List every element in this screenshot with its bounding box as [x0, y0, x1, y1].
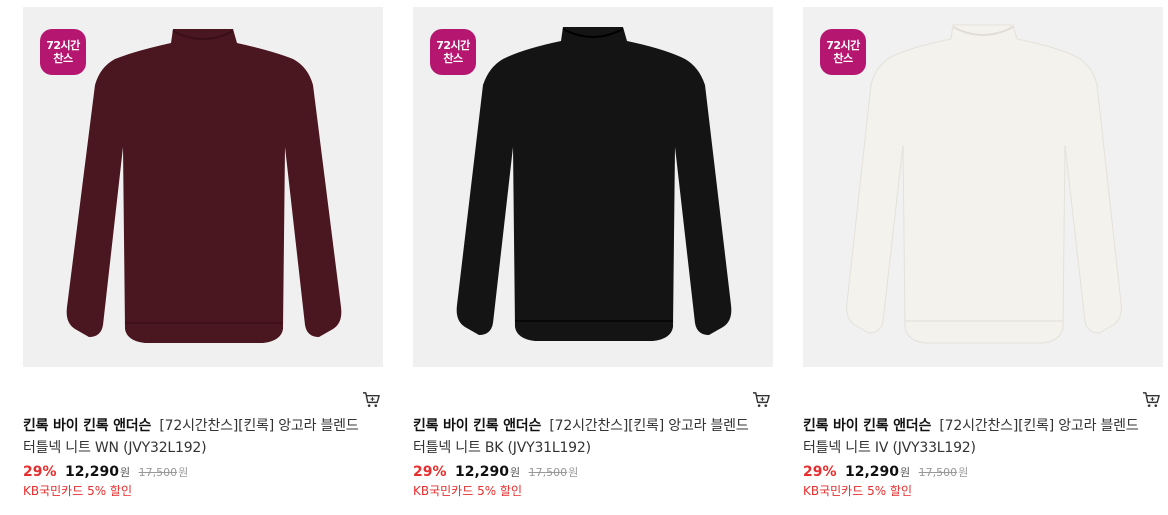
chance-badge: 72시간 찬스: [40, 29, 86, 75]
cart-row: [23, 367, 383, 415]
original-price: 17,500: [138, 466, 178, 479]
original-price: 17,500: [528, 466, 568, 479]
badge-line1: 72시간: [46, 39, 80, 52]
card-promo: KB국민카드 5% 할인: [23, 484, 133, 498]
product-title[interactable]: 킨록 바이 킨록 앤더슨 [72시간찬스][킨록] 앙고라 블렌드 터틀넥 니트…: [413, 415, 763, 459]
cart-icon[interactable]: [362, 390, 381, 409]
sale-price: 12,290: [64, 464, 119, 480]
cart-row: [413, 367, 773, 415]
brand-name[interactable]: 킨록 바이 킨록 앤더슨: [803, 418, 931, 434]
badge-line2: 찬스: [53, 52, 73, 65]
chance-badge: 72시간 찬스: [430, 29, 476, 75]
discount-rate: 29%: [23, 464, 57, 480]
product-grid: 72시간 찬스 킨록 바이 킨록 앤더슨 [72시간찬스][킨록] 앙고라 블렌…: [0, 0, 1168, 515]
discount-rate: 29%: [413, 464, 447, 480]
card-promo: KB국민카드 5% 할인: [413, 484, 523, 498]
price-unit: 원: [510, 466, 521, 479]
product-card[interactable]: 72시간 찬스 킨록 바이 킨록 앤더슨 [72시간찬스][킨록] 앙고라 블렌…: [23, 7, 383, 500]
product-card[interactable]: 72시간 찬스 킨록 바이 킨록 앤더슨 [72시간찬스][킨록] 앙고라 블렌…: [413, 7, 773, 500]
product-title[interactable]: 킨록 바이 킨록 앤더슨 [72시간찬스][킨록] 앙고라 블렌드 터틀넥 니트…: [803, 415, 1153, 459]
badge-line2: 찬스: [443, 52, 463, 65]
price-unit: 원: [900, 466, 911, 479]
sweater-shape: [846, 24, 1122, 344]
sweater-shape: [66, 29, 342, 343]
original-price: 17,500: [918, 466, 958, 479]
brand-name[interactable]: 킨록 바이 킨록 앤더슨: [23, 418, 151, 434]
original-unit: 원: [178, 466, 189, 479]
sale-price: 12,290: [454, 464, 509, 480]
product-image[interactable]: 72시간 찬스: [803, 7, 1163, 367]
price-row: 29% 12,290원 17,500원: [803, 462, 1163, 482]
cart-icon[interactable]: [1142, 390, 1161, 409]
badge-line1: 72시간: [436, 39, 470, 52]
price-row: 29% 12,290원 17,500원: [413, 462, 773, 482]
cart-icon[interactable]: [752, 390, 771, 409]
product-image[interactable]: 72시간 찬스: [413, 7, 773, 367]
original-unit: 원: [958, 466, 969, 479]
sweater-shape: [456, 27, 732, 341]
sale-price: 12,290: [844, 464, 899, 480]
discount-rate: 29%: [803, 464, 837, 480]
badge-line2: 찬스: [833, 52, 853, 65]
original-unit: 원: [568, 466, 579, 479]
product-card[interactable]: 72시간 찬스 킨록 바이 킨록 앤더슨 [72시간찬스][킨록] 앙고라 블렌…: [803, 7, 1163, 500]
card-promo: KB국민카드 5% 할인: [803, 484, 913, 498]
product-image[interactable]: 72시간 찬스: [23, 7, 383, 367]
product-title[interactable]: 킨록 바이 킨록 앤더슨 [72시간찬스][킨록] 앙고라 블렌드 터틀넥 니트…: [23, 415, 373, 459]
brand-name[interactable]: 킨록 바이 킨록 앤더슨: [413, 418, 541, 434]
price-unit: 원: [120, 466, 131, 479]
badge-line1: 72시간: [826, 39, 860, 52]
cart-row: [803, 367, 1163, 415]
price-row: 29% 12,290원 17,500원: [23, 462, 383, 482]
chance-badge: 72시간 찬스: [820, 29, 866, 75]
